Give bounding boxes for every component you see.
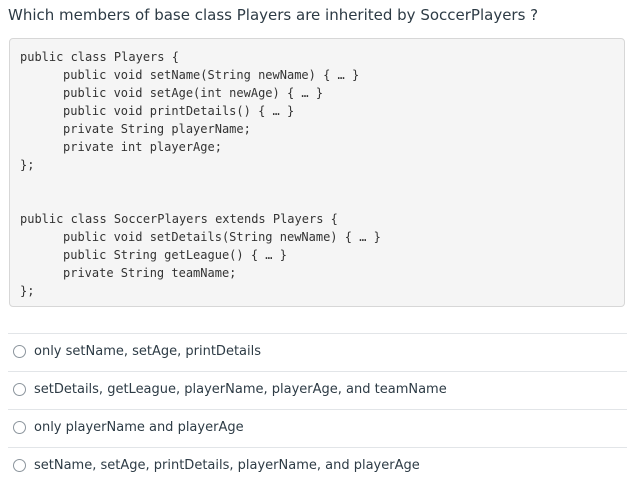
question-text: Which members of base class Players are … [8,6,539,24]
radio-button[interactable] [13,459,26,472]
code-line: public void setAge(int newAge) { … } [63,86,324,100]
answer-label: only playerName and playerAge [34,420,244,435]
radio-button[interactable] [13,345,26,358]
answer-option-1[interactable]: only setName, setAge, printDetails [8,333,627,370]
code-line: private int playerAge; [63,140,222,154]
code-line: }; [20,158,35,172]
code-line: public void setDetails(String newName) {… [63,230,381,244]
code-line: public void printDetails() { … } [63,104,295,118]
answer-option-4[interactable]: setName, setAge, printDetails, playerNam… [8,447,627,484]
radio-button[interactable] [13,421,26,434]
answer-label: setDetails, getLeague, playerName, playe… [34,382,447,397]
code-block: public class Players { public void setNa… [9,38,625,307]
answer-label: only setName, setAge, printDetails [34,344,262,359]
answer-option-3[interactable]: only playerName and playerAge [8,409,627,446]
code-line: public String getLeague() { … } [63,248,287,262]
code-line: public class Players { [20,50,179,64]
radio-button[interactable] [13,383,26,396]
answer-option-2[interactable]: setDetails, getLeague, playerName, playe… [8,371,627,408]
code-line: public class SoccerPlayers extends Playe… [20,212,338,226]
code-line: private String teamName; [63,266,237,280]
code-line: public void setName(String newName) { … … [63,68,360,82]
code-line: }; [20,284,35,298]
answer-label: setName, setAge, printDetails, playerNam… [34,458,420,473]
code-line: private String playerName; [63,122,251,136]
